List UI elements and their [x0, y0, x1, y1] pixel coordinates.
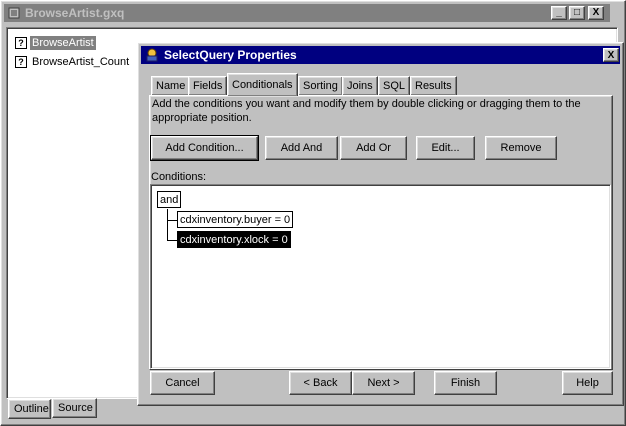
add-and-button[interactable]: Add And: [265, 136, 338, 160]
outer-title: BrowseArtist.gxq: [25, 6, 125, 20]
help-button[interactable]: Help: [562, 371, 613, 395]
query-properties-icon: [145, 48, 159, 62]
add-or-button[interactable]: Add Or: [340, 136, 407, 160]
dialog-title: SelectQuery Properties: [164, 48, 297, 62]
maximize-icon: □: [573, 7, 581, 18]
outline-item-label: BrowseArtist_Count: [32, 56, 130, 68]
tab-results-label: Results: [415, 80, 452, 92]
conditions-label: Conditions:: [151, 171, 207, 183]
tab-source[interactable]: Source: [52, 398, 97, 418]
cancel-button[interactable]: Cancel: [150, 371, 215, 395]
tab-joins[interactable]: Joins: [342, 76, 378, 95]
outline-item-browseartist-count[interactable]: ? BrowseArtist_Count: [15, 54, 131, 70]
tab-name-label: Name: [156, 80, 186, 92]
dialog-close-button[interactable]: X: [603, 48, 619, 62]
back-label: < Back: [303, 377, 338, 389]
add-condition-label: Add Condition...: [165, 142, 244, 154]
tab-conditionals[interactable]: Conditionals: [227, 73, 298, 96]
tab-conditionals-label: Conditionals: [232, 79, 293, 91]
add-condition-button[interactable]: Add Condition...: [150, 135, 259, 161]
maximize-button[interactable]: □: [569, 6, 585, 20]
close-icon: X: [607, 49, 615, 61]
next-label: Next >: [367, 377, 400, 389]
next-button[interactable]: Next >: [352, 371, 415, 395]
remove-button[interactable]: Remove: [485, 136, 557, 160]
tab-joins-label: Joins: [347, 80, 373, 92]
tab-source-label: Source: [58, 402, 93, 414]
edit-label: Edit...: [431, 142, 460, 154]
edit-button[interactable]: Edit...: [416, 136, 475, 160]
tab-sql[interactable]: SQL: [378, 76, 411, 95]
condition-root-label: and: [160, 193, 179, 206]
minimize-icon: _: [556, 7, 562, 18]
tree-connector: [167, 209, 168, 240]
close-icon: X: [592, 7, 600, 18]
remove-label: Remove: [500, 142, 542, 154]
conditions-tree[interactable]: and cdxinventory.buyer = 0 cdxinventory.…: [150, 184, 611, 369]
help-label: Help: [576, 377, 599, 389]
outline-item-browseartist[interactable]: ? BrowseArtist: [15, 35, 96, 51]
tab-sql-label: SQL: [383, 80, 406, 92]
finish-label: Finish: [450, 377, 481, 389]
query-icon: ?: [15, 37, 27, 49]
tab-outline[interactable]: Outline: [8, 399, 51, 419]
tab-sorting-label: Sorting: [303, 80, 338, 92]
outer-title-bar[interactable]: BrowseArtist.gxq: [4, 4, 610, 22]
instructions-text: Add the conditions you want and modify t…: [152, 98, 581, 124]
add-and-label: Add And: [280, 142, 323, 154]
add-or-label: Add Or: [356, 142, 391, 154]
close-outer-button[interactable]: X: [588, 6, 604, 20]
dialog-title-bar[interactable]: SelectQuery Properties: [141, 46, 620, 64]
back-button[interactable]: < Back: [289, 371, 352, 395]
tab-results[interactable]: Results: [410, 76, 457, 95]
condition-label: cdxinventory.buyer = 0: [180, 213, 291, 226]
document-icon: [8, 7, 20, 19]
tab-name[interactable]: Name: [151, 76, 191, 95]
condition-node-buyer[interactable]: cdxinventory.buyer = 0: [177, 211, 294, 228]
tab-outline-label: Outline: [14, 403, 49, 415]
finish-button[interactable]: Finish: [434, 371, 497, 395]
condition-label: cdxinventory.xlock = 0: [180, 233, 288, 246]
cancel-label: Cancel: [165, 377, 200, 389]
condition-node-xlock[interactable]: cdxinventory.xlock = 0: [177, 231, 291, 248]
condition-node-and[interactable]: and: [157, 191, 182, 208]
tab-fields[interactable]: Fields: [188, 76, 228, 95]
minimize-button[interactable]: _: [551, 6, 567, 20]
tab-sorting[interactable]: Sorting: [298, 76, 343, 95]
tab-fields-label: Fields: [193, 80, 223, 92]
query-icon: ?: [15, 56, 27, 68]
outline-item-label: BrowseArtist: [30, 36, 96, 50]
